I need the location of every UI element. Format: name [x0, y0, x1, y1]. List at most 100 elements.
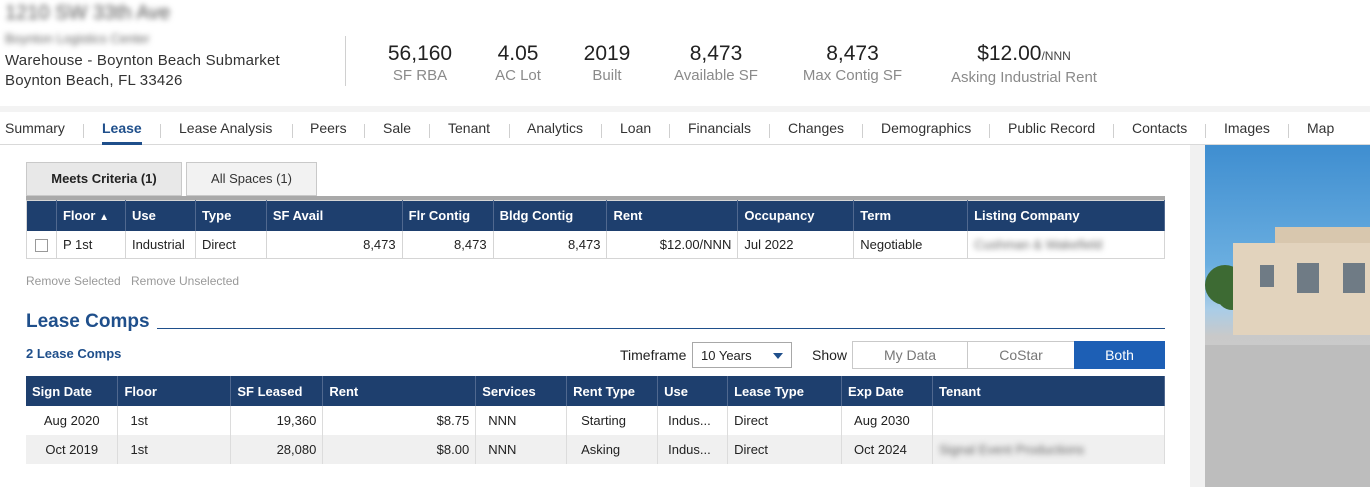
column-sign-date[interactable]: Sign Date: [26, 376, 119, 406]
lease-comps-title: Lease Comps: [26, 311, 150, 332]
tab-map[interactable]: Map: [1307, 120, 1334, 136]
tab-separator: [601, 124, 602, 138]
lease-comps-count[interactable]: 2 Lease Comps: [26, 346, 121, 361]
tab-lease-analysis[interactable]: Lease Analysis: [179, 120, 272, 136]
tab-all-spaces[interactable]: All Spaces (1): [186, 162, 317, 196]
property-name: Boynton Logistics Center: [5, 31, 150, 46]
remove-selected-link[interactable]: Remove Selected: [26, 274, 121, 288]
tab-loan[interactable]: Loan: [620, 120, 651, 136]
tab-separator: [1205, 124, 1206, 138]
column-rent[interactable]: Rent: [606, 200, 739, 231]
tab-summary[interactable]: Summary: [5, 120, 65, 136]
column-rent-type[interactable]: Rent Type: [566, 376, 659, 406]
lease-comps-table: Sign Date Floor SF Leased Rent Services …: [26, 376, 1165, 464]
tab-changes[interactable]: Changes: [788, 120, 844, 136]
cell-floor: 1st: [117, 435, 232, 464]
cell-type: Direct: [195, 230, 267, 259]
tabbar-top-strip: [0, 106, 1370, 112]
column-services[interactable]: Services: [475, 376, 568, 406]
tab-lease[interactable]: Lease: [102, 120, 142, 145]
tab-public-record[interactable]: Public Record: [1008, 120, 1095, 136]
cell-rent-type: Starting: [566, 406, 659, 435]
tab-images[interactable]: Images: [1224, 120, 1270, 136]
cell-bldg-contig: 8,473: [493, 230, 608, 259]
show-my-data-button[interactable]: My Data: [852, 341, 968, 369]
cell-sf-leased: 28,080: [230, 435, 324, 464]
cell-sf-leased: 19,360: [230, 406, 324, 435]
property-address: 1210 SW 33th Ave: [5, 2, 171, 24]
stat-value: 2019: [583, 42, 631, 65]
cell-sign-date: Oct 2019: [26, 435, 119, 464]
tab-meets-criteria[interactable]: Meets Criteria (1): [26, 162, 182, 196]
tab-peers[interactable]: Peers: [310, 120, 347, 136]
column-sf-leased[interactable]: SF Leased: [230, 376, 324, 406]
tab-sale[interactable]: Sale: [383, 120, 411, 136]
cell-use: Indus...: [657, 435, 729, 464]
cell-tenant: [932, 406, 1165, 435]
listing-company-link[interactable]: Cushman & Wakefield: [974, 237, 1102, 252]
stat-asking-rent: $12.00/NNN Asking Industrial Rent: [940, 42, 1108, 86]
tab-separator: [862, 124, 863, 138]
column-sf-avail[interactable]: SF Avail: [266, 200, 403, 231]
column-rent[interactable]: Rent: [322, 376, 477, 406]
tab-financials[interactable]: Financials: [688, 120, 751, 136]
tab-analytics[interactable]: Analytics: [527, 120, 583, 136]
timeframe-label: Timeframe: [620, 347, 687, 363]
show-both-button[interactable]: Both: [1074, 341, 1165, 369]
stat-value: 8,473: [689, 42, 743, 65]
column-floor[interactable]: Floor ▲: [56, 200, 126, 231]
tab-tenant[interactable]: Tenant: [448, 120, 490, 136]
timeframe-select[interactable]: 10 Years: [692, 342, 792, 368]
cell-services: NNN: [475, 406, 568, 435]
tab-separator: [364, 124, 365, 138]
property-header: 1210 SW 33th Ave Boynton Logistics Cente…: [0, 0, 1370, 106]
cell-term: Negotiable: [853, 230, 969, 259]
cell-sf-avail: 8,473: [266, 230, 403, 259]
column-occupancy[interactable]: Occupancy: [737, 200, 855, 231]
tab-separator: [989, 124, 990, 138]
column-select: [26, 200, 57, 231]
remove-unselected-link[interactable]: Remove Unselected: [131, 274, 239, 288]
stat-label: Max Contig SF: [802, 67, 903, 84]
column-lease-type[interactable]: Lease Type: [727, 376, 843, 406]
stat-value: $12.00: [977, 42, 1042, 65]
cell-tenant: Signal Event Productions: [932, 435, 1165, 464]
column-use[interactable]: Use: [125, 200, 196, 231]
table-row[interactable]: Aug 2020 1st 19,360 $8.75 NNN Starting I…: [26, 406, 1165, 435]
column-flr-contig[interactable]: Flr Contig: [402, 200, 494, 231]
stat-unit: /NNN: [1041, 49, 1071, 63]
column-term[interactable]: Term: [853, 200, 969, 231]
stat-available-sf: 8,473 Available SF: [665, 42, 767, 84]
cell-exp-date: Oct 2024: [841, 435, 934, 464]
tab-demographics[interactable]: Demographics: [881, 120, 971, 136]
tenant-name[interactable]: Signal Event Productions: [939, 442, 1084, 457]
row-checkbox[interactable]: [34, 238, 48, 252]
tab-contacts[interactable]: Contacts: [1132, 120, 1187, 136]
cell-listing-company[interactable]: Cushman & Wakefield: [967, 230, 1165, 259]
table-row[interactable]: P 1st Industrial Direct 8,473 8,473 8,47…: [26, 230, 1165, 259]
cell-use: Industrial: [125, 230, 196, 259]
column-use[interactable]: Use: [657, 376, 729, 406]
show-costar-button[interactable]: CoStar: [967, 341, 1075, 369]
cell-rent-type: Asking: [566, 435, 659, 464]
row-select-cell: [26, 230, 57, 259]
cell-use: Indus...: [657, 406, 729, 435]
cell-rent: $8.75: [322, 406, 477, 435]
property-city-line: Boynton Beach, FL 33426: [5, 72, 183, 89]
tab-separator: [669, 124, 670, 138]
stat-value: 4.05: [497, 42, 539, 65]
cell-occupancy: Jul 2022: [737, 230, 855, 259]
cell-services: NNN: [475, 435, 568, 464]
column-listing-company[interactable]: Listing Company: [967, 200, 1165, 231]
property-photo[interactable]: [1205, 145, 1370, 487]
column-floor[interactable]: Floor: [117, 376, 232, 406]
column-type[interactable]: Type: [195, 200, 267, 231]
column-exp-date[interactable]: Exp Date: [841, 376, 934, 406]
table-header-row: Sign Date Floor SF Leased Rent Services …: [26, 376, 1165, 406]
table-row[interactable]: Oct 2019 1st 28,080 $8.00 NNN Asking Ind…: [26, 435, 1165, 464]
tab-separator: [292, 124, 293, 138]
cell-flr-contig: 8,473: [402, 230, 494, 259]
column-bldg-contig[interactable]: Bldg Contig: [493, 200, 608, 231]
column-tenant[interactable]: Tenant: [932, 376, 1165, 406]
tab-separator: [160, 124, 161, 138]
